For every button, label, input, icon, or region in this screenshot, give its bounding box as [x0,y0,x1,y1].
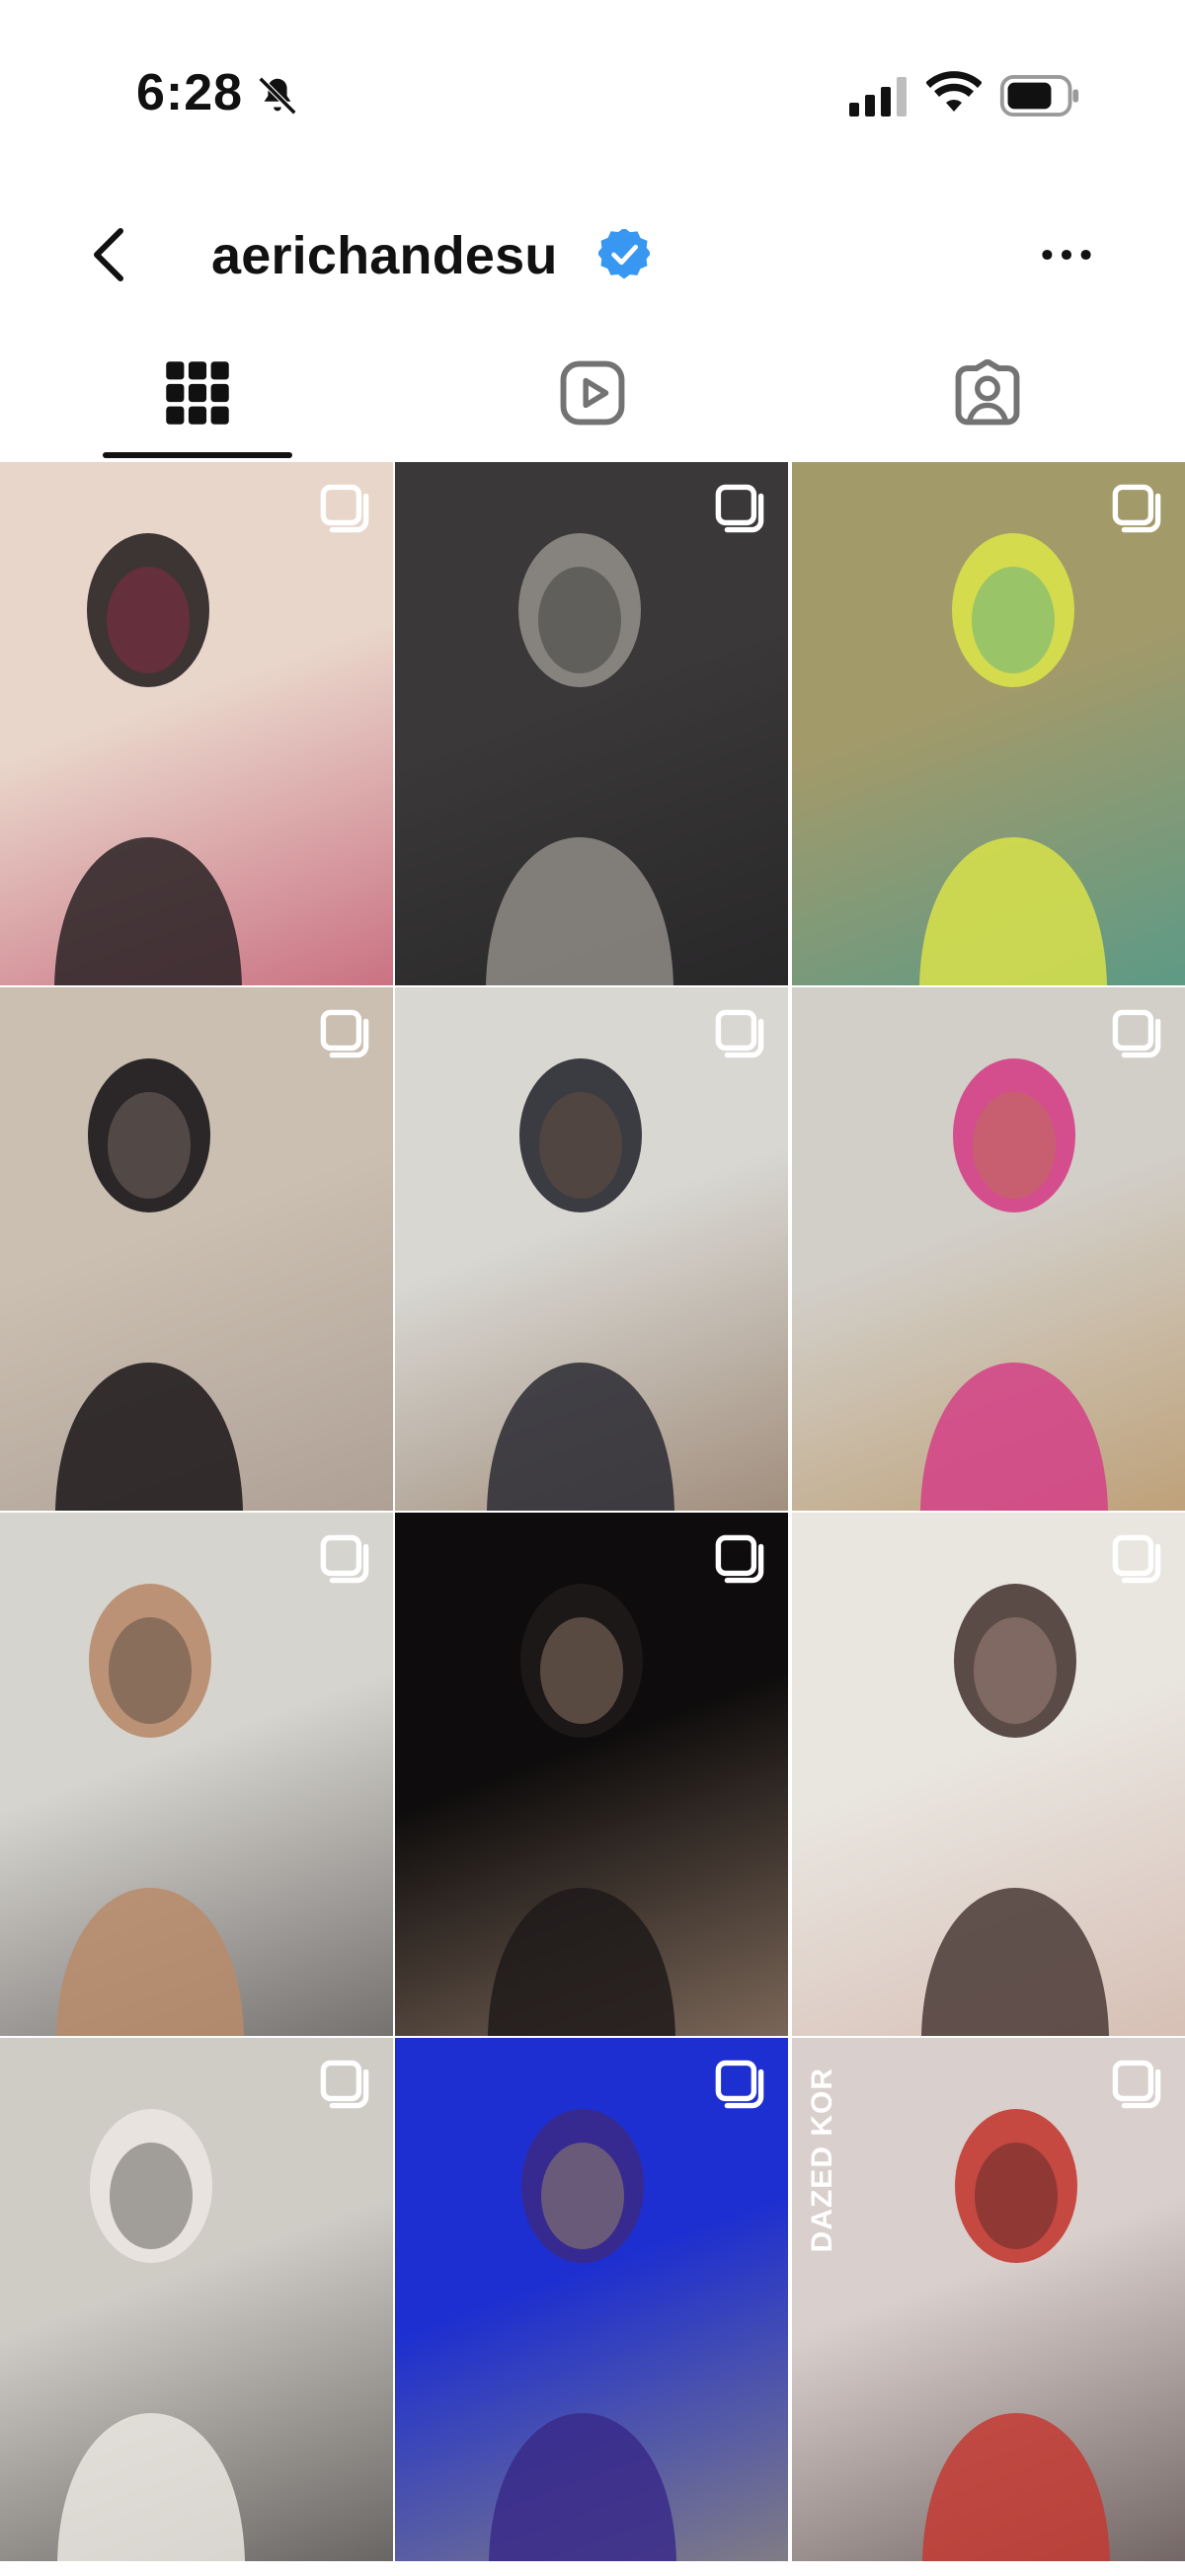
status-time: 6:28 [136,64,244,121]
multiple-photos-icon [1112,2060,1161,2109]
status-bar: 6:28 [0,0,1185,197]
profile-username[interactable]: aerichandesu [211,225,558,286]
grid-icon [166,361,229,425]
tab-posts[interactable] [0,336,395,462]
post-photo-figure [487,1058,674,1511]
cellular-signal-icon [849,77,907,117]
post-photo-figure [57,2109,245,2561]
more-options-button[interactable] [1039,233,1094,276]
multiple-photos-icon [1112,484,1161,533]
reels-icon [560,360,625,426]
post-thumbnail[interactable] [395,987,788,1511]
verified-badge-icon [598,229,650,279]
post-photo-figure [486,533,673,985]
multiple-photos-icon [715,2060,764,2109]
post-photo-figure [56,1584,244,2036]
post-photo-figure [919,533,1107,985]
post-photo-figure [922,2109,1110,2561]
multiple-photos-icon [715,1534,764,1584]
post-thumbnail[interactable]: DAZED KOR [792,2038,1185,2561]
tab-reels[interactable] [395,336,790,462]
post-thumbnail[interactable] [0,987,393,1511]
post-photo-figure [488,1584,675,2036]
multiple-photos-icon [320,1534,369,1584]
post-photo-figure [489,2109,676,2561]
bell-slash-icon [258,76,297,116]
multiple-photos-icon [320,484,369,533]
post-photo-figure [55,1058,243,1511]
post-thumbnail[interactable] [395,1513,788,2036]
multiple-photos-icon [320,2060,369,2109]
multiple-photos-icon [715,484,764,533]
profile-tabs [0,336,1185,462]
post-thumbnail[interactable] [0,462,393,985]
battery-icon [999,75,1079,117]
post-thumbnail[interactable] [792,462,1185,985]
tab-tagged[interactable] [790,336,1185,462]
post-thumbnail[interactable] [792,987,1185,1511]
multiple-photos-icon [320,1009,369,1058]
posts-grid: DAZED KOR [0,462,1185,2576]
post-photo-figure [920,1058,1108,1511]
post-photo-figure [921,1584,1109,2036]
post-thumbnail[interactable] [0,1513,393,2036]
post-thumbnail[interactable] [792,1513,1185,2036]
post-photo-figure [54,533,242,985]
active-tab-indicator [103,452,292,458]
post-thumbnail[interactable] [395,2038,788,2561]
post-overlay-text: DAZED KOR [806,2068,838,2253]
multiple-photos-icon [1112,1009,1161,1058]
multiple-photos-icon [1112,1534,1161,1584]
post-thumbnail[interactable] [395,462,788,985]
profile-header: aerichandesu [0,197,1185,316]
post-thumbnail[interactable] [0,2038,393,2561]
back-button[interactable] [79,223,142,286]
multiple-photos-icon [715,1009,764,1058]
wifi-icon [926,71,982,112]
tagged-person-icon [955,359,1020,426]
